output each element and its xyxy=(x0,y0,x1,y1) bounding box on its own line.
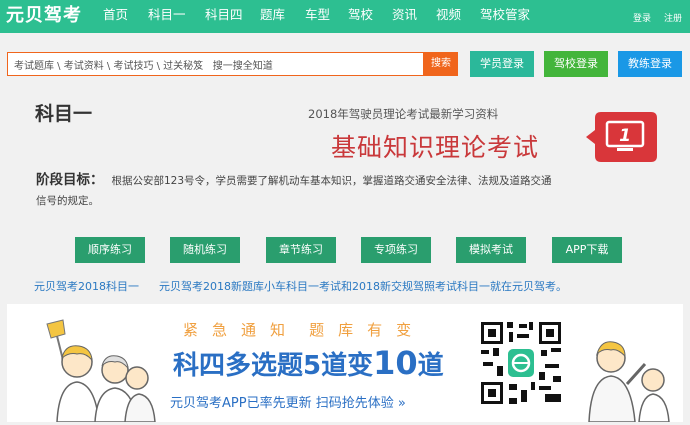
banner-notice-title: 紧急通知 题库有变 xyxy=(183,321,426,339)
nav-item-subject-four[interactable]: 科目四 xyxy=(205,0,243,33)
login-link[interactable]: 登录 xyxy=(633,12,651,26)
app-download-button[interactable]: APP下载 xyxy=(552,237,622,263)
banner-headline: 科四多选题5道变10道 xyxy=(173,344,444,382)
sequential-practice-button[interactable]: 顺序练习 xyxy=(75,237,145,263)
school-login-button[interactable]: 驾校登录 xyxy=(544,51,608,77)
coach-login-button[interactable]: 教练登录 xyxy=(618,51,682,77)
cartoon-family-illustration xyxy=(588,341,670,422)
goal-paragraph: 阶段目标： 根据公安部123号令，学员需要了解机动车基本知识，掌握道路交通安全法律… xyxy=(36,170,556,211)
student-login-button[interactable]: 学员登录 xyxy=(470,51,534,77)
promo-banner[interactable]: 紧急通知 题库有变 科四多选题5道变10道 元贝驾考APP已率先更新 扫码抢先体验… xyxy=(7,304,683,422)
random-practice-button[interactable]: 随机练习 xyxy=(170,237,240,263)
nav-item-school-manager[interactable]: 驾校管家 xyxy=(480,0,530,33)
nav-item-question-bank[interactable]: 题库 xyxy=(260,0,285,33)
banner-subtext: 元贝驾考APP已率先更新 扫码抢先体验 » xyxy=(170,396,406,411)
goal-text: 根据公安部123号令，学员需要了解机动车基本知识，掌握道路交通安全法律、法规及道… xyxy=(36,175,552,207)
computer-monitor-icon: 1 xyxy=(585,108,661,170)
topic-practice-button[interactable]: 专项练习 xyxy=(361,237,431,263)
promo-subtitle: 2018年驾驶员理论考试最新学习资料 xyxy=(308,107,499,121)
search-button[interactable]: 搜索 xyxy=(424,52,458,76)
promo-headline: 基础知识理论考试 xyxy=(331,133,540,162)
top-navbar: 元贝驾考 首页 科目一 科目四 题库 车型 驾校 资讯 视频 驾校管家 登录 注… xyxy=(0,0,690,33)
search-box xyxy=(7,52,424,76)
subject-one-link[interactable]: 元贝驾考2018科目一 xyxy=(34,278,139,294)
monitor-number: 1 xyxy=(619,126,631,146)
nav-item-vehicle-type[interactable]: 车型 xyxy=(305,0,330,33)
mock-exam-button[interactable]: 模拟考试 xyxy=(456,237,526,263)
page-title: 科目一 xyxy=(35,103,93,125)
nav-item-home[interactable]: 首页 xyxy=(103,0,128,33)
nav-item-video[interactable]: 视频 xyxy=(436,0,461,33)
register-link[interactable]: 注册 xyxy=(664,12,682,26)
nav-item-driving-school[interactable]: 驾校 xyxy=(348,0,373,33)
goal-label: 阶段目标： xyxy=(36,172,104,188)
cartoon-people-illustration xyxy=(46,319,156,422)
nav-item-news[interactable]: 资讯 xyxy=(392,0,417,33)
nav-item-subject-one[interactable]: 科目一 xyxy=(148,0,186,33)
new-question-bank-link[interactable]: 元贝驾考2018新题库小车科目一考试和2018新交规驾照考试科目一就在元贝驾考。 xyxy=(159,278,567,294)
qr-code-icon[interactable] xyxy=(479,320,563,406)
site-logo[interactable]: 元贝驾考 xyxy=(6,3,82,29)
search-input[interactable] xyxy=(8,53,423,75)
chapter-practice-button[interactable]: 章节练习 xyxy=(266,237,336,263)
